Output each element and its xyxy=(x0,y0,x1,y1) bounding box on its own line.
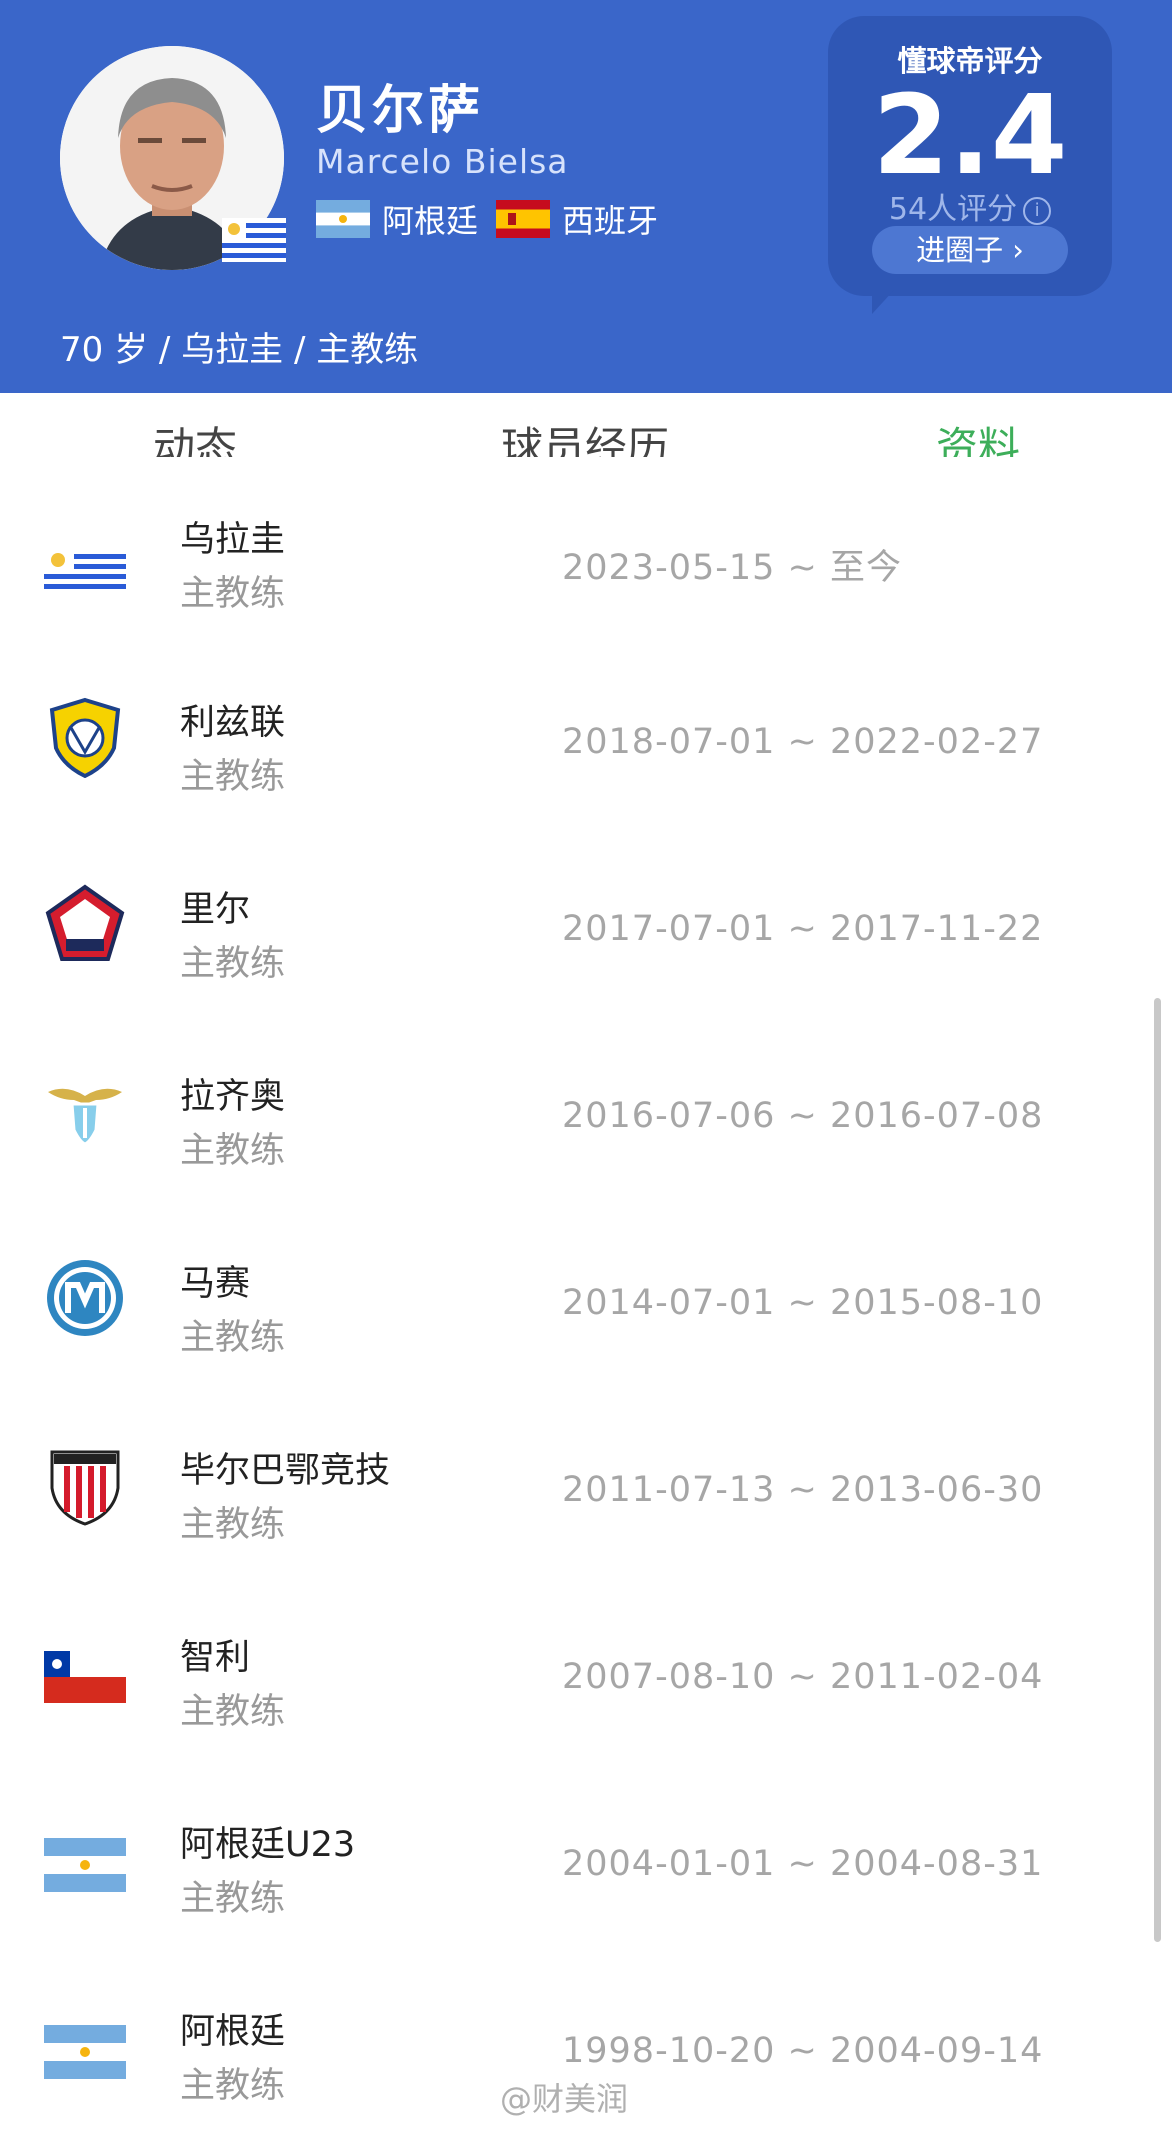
tenure-dates: 2011-07-13 ~ 2013-06-30 xyxy=(562,1470,1044,1510)
spain-flag-icon xyxy=(496,200,550,238)
tenure-dates: 2014-07-01 ~ 2015-08-10 xyxy=(562,1283,1044,1323)
argentina-flag-icon xyxy=(316,200,370,238)
team-name: 利兹联 xyxy=(180,703,286,743)
profile-header: 贝尔萨 Marcelo Bielsa 阿根廷 西班牙 70 岁 / 乌拉圭 / … xyxy=(0,0,1172,393)
tenure-dates: 2023-05-15 ~ 至今 xyxy=(562,548,902,588)
marseille-crest-icon xyxy=(47,1260,123,1336)
role-label: 主教练 xyxy=(180,1505,286,1545)
team-name: 智利 xyxy=(180,1638,251,1678)
argentina-flag-icon xyxy=(44,2025,126,2079)
role-label: 主教练 xyxy=(180,1318,286,1358)
coach-meta: 70 岁 / 乌拉圭 / 主教练 xyxy=(60,330,419,370)
team-name: 阿根廷U23 xyxy=(180,1825,356,1865)
tenure-dates: 2016-07-06 ~ 2016-07-08 xyxy=(562,1096,1044,1136)
list-item[interactable]: 利兹联 主教练 2018-07-01 ~ 2022-02-27 xyxy=(0,644,1172,832)
leeds-crest-icon xyxy=(49,697,121,778)
role-label: 主教练 xyxy=(180,757,286,797)
tenure-dates: 2018-07-01 ~ 2022-02-27 xyxy=(562,722,1044,762)
team-name: 马赛 xyxy=(180,1264,251,1304)
rating-bubble-tail xyxy=(872,290,894,314)
coach-name-cn: 贝尔萨 xyxy=(316,81,485,141)
tenure-dates: 2017-07-01 ~ 2017-11-22 xyxy=(562,909,1044,949)
watermark: @财美润 xyxy=(500,2080,629,2118)
role-label: 主教练 xyxy=(180,1131,286,1171)
list-item[interactable]: 智利 主教练 2007-08-10 ~ 2011-02-04 xyxy=(0,1579,1172,1767)
list-item[interactable]: 阿根廷U23 主教练 2004-01-01 ~ 2004-08-31 xyxy=(0,1766,1172,1954)
list-item[interactable]: 里尔 主教练 2017-07-01 ~ 2017-11-22 xyxy=(0,831,1172,1019)
rating-count-text: 54人评分 xyxy=(888,192,1018,227)
team-name: 里尔 xyxy=(180,890,251,930)
tenure-dates: 2007-08-10 ~ 2011-02-04 xyxy=(562,1657,1044,1697)
team-name: 拉齐奥 xyxy=(180,1077,286,1117)
rating-card: 懂球帝评分 2.4 54人评分 i 进圈子 › xyxy=(828,16,1112,296)
team-name: 毕尔巴鄂竞技 xyxy=(180,1451,391,1491)
team-name: 乌拉圭 xyxy=(180,520,286,560)
scrollbar[interactable] xyxy=(1154,998,1161,1942)
coach-name-en: Marcelo Bielsa xyxy=(316,142,569,181)
rating-count: 54人评分 i xyxy=(828,184,1112,228)
nationality-argentina: 阿根廷 xyxy=(316,196,478,242)
list-item[interactable]: 拉齐奥 主教练 2016-07-06 ~ 2016-07-08 xyxy=(0,1018,1172,1206)
nationality-label: 西班牙 xyxy=(562,202,659,240)
athletic-bilbao-crest-icon xyxy=(50,1450,120,1526)
tenure-dates: 2004-01-01 ~ 2004-08-31 xyxy=(562,1844,1044,1884)
uruguay-flag-icon xyxy=(44,549,126,591)
lazio-crest-icon xyxy=(48,1088,122,1146)
role-label: 主教练 xyxy=(180,1879,286,1919)
nationality-label: 阿根廷 xyxy=(382,202,479,240)
tenure-dates: 1998-10-20 ~ 2004-09-14 xyxy=(562,2031,1044,2071)
list-item[interactable]: 乌拉圭 主教练 2023-05-15 ~ 至今 xyxy=(0,457,1172,645)
role-label: 主教练 xyxy=(180,944,286,984)
role-label: 主教练 xyxy=(180,1692,286,1732)
argentina-flag-icon xyxy=(44,1838,126,1892)
rating-score: 2.4 xyxy=(872,71,1068,199)
role-label: 主教练 xyxy=(180,574,286,614)
uruguay-flag-icon xyxy=(222,218,286,262)
team-name: 阿根廷 xyxy=(180,2012,286,2052)
list-item[interactable]: 毕尔巴鄂竞技 主教练 2011-07-13 ~ 2013-06-30 xyxy=(0,1392,1172,1580)
nationality-spain: 西班牙 xyxy=(496,196,658,242)
role-label: 主教练 xyxy=(180,2066,286,2106)
enter-circle-button[interactable]: 进圈子 › xyxy=(872,226,1068,274)
list-item[interactable]: 马赛 主教练 2014-07-01 ~ 2015-08-10 xyxy=(0,1205,1172,1393)
info-icon[interactable]: i xyxy=(1023,196,1052,225)
chile-flag-icon xyxy=(44,1651,126,1703)
lille-crest-icon xyxy=(45,884,125,961)
